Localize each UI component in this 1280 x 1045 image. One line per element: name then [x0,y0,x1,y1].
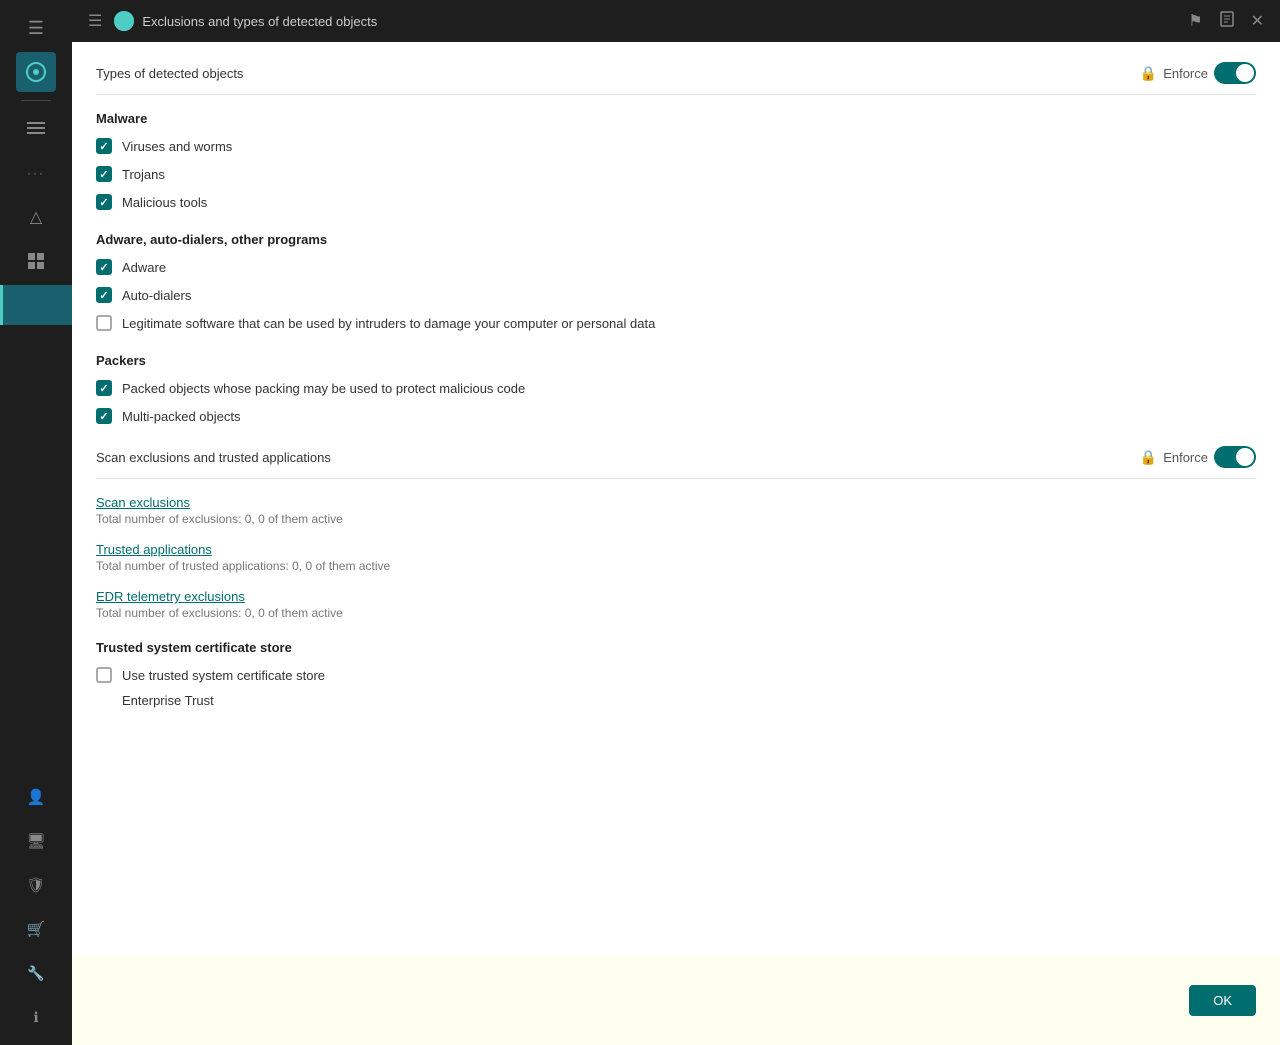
checkbox-use-trusted-cert: Use trusted system certificate store [96,665,1256,685]
sidebar-top: ☰ ··· △ [0,8,72,325]
checkbox-viruses-label: Viruses and worms [122,139,232,154]
list-icon[interactable] [16,109,56,149]
sidebar-divider-1 [21,100,51,101]
book-button[interactable] [1215,7,1239,36]
active-section-icon[interactable] [0,285,72,325]
sidebar-bottom: 👤 🖥 🛡 🛒 🔧 ℹ [16,777,56,1037]
types-detected-header: Types of detected objects 🔒 Enforce [96,62,1256,95]
types-enforce-toggle[interactable] [1214,62,1256,84]
kaspersky-icon[interactable] [16,52,56,92]
checkbox-multi-packed-label: Multi-packed objects [122,409,241,424]
edr-telemetry-link[interactable]: EDR telemetry exclusions [96,589,1256,604]
trusted-cert-label: Trusted system certificate store [96,640,1256,655]
types-enforce-area: 🔒 Enforce [1140,62,1256,84]
info-sidebar-icon[interactable]: ℹ [16,997,56,1037]
enterprise-trust-text: Enterprise Trust [122,693,1256,708]
checkbox-adware-input[interactable] [96,259,112,275]
packers-section: Packers Packed objects whose packing may… [96,353,1256,426]
shield-sidebar-icon[interactable]: 🛡 [16,865,56,905]
checkbox-adware: Adware [96,257,1256,277]
checkbox-auto-dialers-label: Auto-dialers [122,288,191,303]
checkbox-auto-dialers: Auto-dialers [96,285,1256,305]
checkbox-auto-dialers-input[interactable] [96,287,112,303]
checkbox-malicious-tools-label: Malicious tools [122,195,207,210]
ok-button[interactable]: OK [1189,985,1256,1016]
adware-label: Adware, auto-dialers, other programs [96,232,1256,247]
main-area: ☰ Exclusions and types of detected objec… [72,0,1280,1045]
checkbox-malicious-tools: Malicious tools [96,192,1256,212]
title-bar: ☰ Exclusions and types of detected objec… [72,0,1280,42]
types-enforce-label: Enforce [1163,66,1208,81]
trusted-cert-section: Trusted system certificate store Use tru… [96,640,1256,708]
checkbox-packed-objects-input[interactable] [96,380,112,396]
title-bar-actions: ⚑ ✕ [1184,7,1268,36]
menu-button[interactable]: ☰ [84,7,106,35]
close-button[interactable]: ✕ [1247,7,1268,35]
checkbox-legitimate-software-input[interactable] [96,315,112,331]
trusted-applications-desc: Total number of trusted applications: 0,… [96,559,1256,573]
grid-icon[interactable] [16,241,56,281]
scan-exclusions-desc: Total number of exclusions: 0, 0 of them… [96,512,1256,526]
trusted-applications-link[interactable]: Trusted applications [96,542,1256,557]
wrench-sidebar-icon[interactable]: 🔧 [16,953,56,993]
scroll-area: Types of detected objects 🔒 Enforce Malw… [72,42,1280,955]
checkbox-use-trusted-cert-input[interactable] [96,667,112,683]
checkbox-use-trusted-cert-label: Use trusted system certificate store [122,668,325,683]
checkbox-legitimate-software-label: Legitimate software that can be used by … [122,316,655,331]
checkbox-packed-objects: Packed objects whose packing may be used… [96,378,1256,398]
content-area: Types of detected objects 🔒 Enforce Malw… [72,42,1280,1045]
checkbox-adware-label: Adware [122,260,166,275]
checkbox-viruses: Viruses and worms [96,136,1256,156]
checkbox-viruses-input[interactable] [96,138,112,154]
hamburger-icon[interactable]: ☰ [16,8,56,48]
user-sidebar-icon[interactable]: 👤 [16,777,56,817]
adware-section: Adware, auto-dialers, other programs Adw… [96,232,1256,333]
cart-sidebar-icon[interactable]: 🛒 [16,909,56,949]
scan-exclusions-header: Scan exclusions and trusted applications… [96,446,1256,479]
checkbox-trojans-input[interactable] [96,166,112,182]
checkbox-malicious-tools-input[interactable] [96,194,112,210]
malware-label: Malware [96,111,1256,126]
dots-icon[interactable]: ··· [16,153,56,193]
checkbox-legitimate-software: Legitimate software that can be used by … [96,313,1256,333]
window-title: Exclusions and types of detected objects [142,14,1176,29]
device-sidebar-icon[interactable]: 🖥 [16,821,56,861]
checkbox-trojans: Trojans [96,164,1256,184]
warning-icon[interactable]: △ [16,197,56,237]
sidebar: ☰ ··· △ 👤 [0,0,72,1045]
scan-enforce-toggle[interactable] [1214,446,1256,468]
footer: OK [72,955,1280,1045]
edr-telemetry-desc: Total number of exclusions: 0, 0 of them… [96,606,1256,620]
scan-enforce-label: Enforce [1163,450,1208,465]
trusted-applications-link-item: Trusted applications Total number of tru… [96,542,1256,573]
lock-icon-2: 🔒 [1140,449,1157,466]
types-detected-title: Types of detected objects [96,66,243,81]
scan-exclusions-title: Scan exclusions and trusted applications [96,450,331,465]
checkbox-multi-packed: Multi-packed objects [96,406,1256,426]
scan-enforce-area: 🔒 Enforce [1140,446,1256,468]
checkbox-packed-objects-label: Packed objects whose packing may be used… [122,381,525,396]
scan-exclusions-link[interactable]: Scan exclusions [96,495,1256,510]
packers-label: Packers [96,353,1256,368]
scan-exclusions-link-item: Scan exclusions Total number of exclusio… [96,495,1256,526]
checkbox-trojans-label: Trojans [122,167,165,182]
edr-telemetry-link-item: EDR telemetry exclusions Total number of… [96,589,1256,620]
lock-icon-1: 🔒 [1140,65,1157,82]
flag-button[interactable]: ⚑ [1184,7,1206,35]
app-icon [114,11,134,31]
checkbox-multi-packed-input[interactable] [96,408,112,424]
